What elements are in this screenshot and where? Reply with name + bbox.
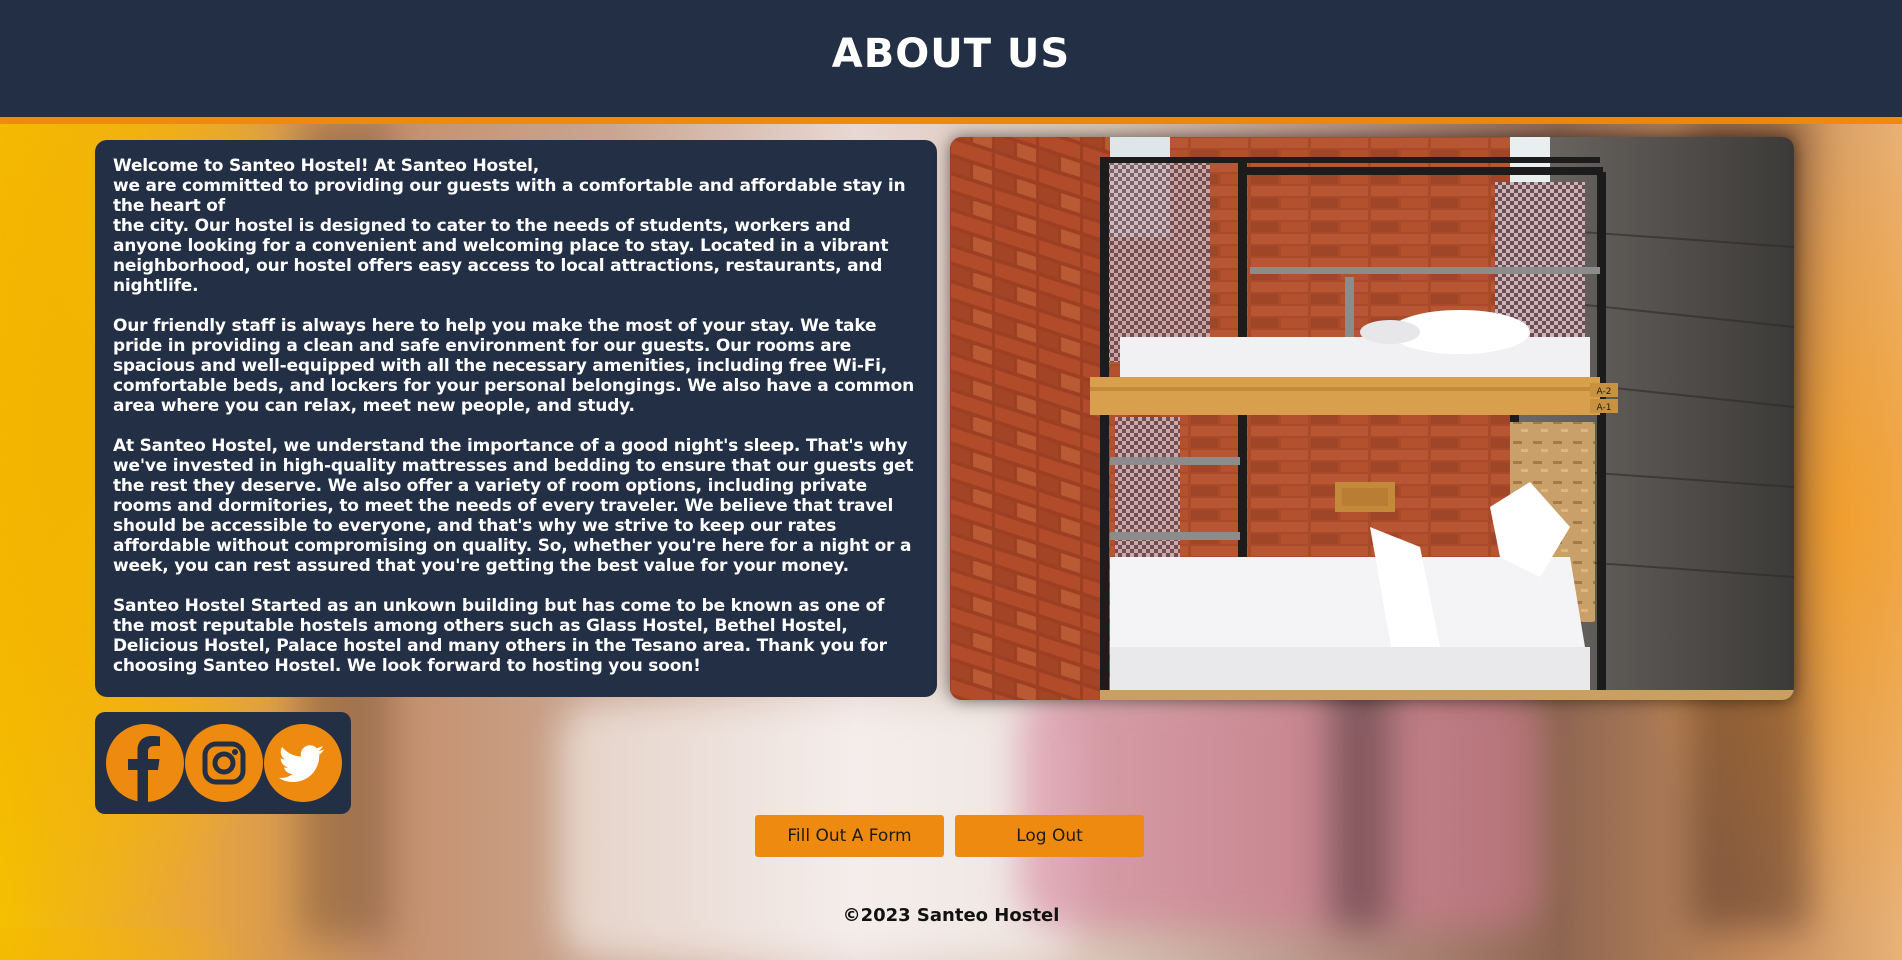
bunk-label-top: A-2 — [1597, 387, 1612, 397]
footer-copyright: ©2023 Santeo Hostel — [842, 905, 1060, 926]
about-intro-line: we are committed to providing our guests… — [113, 176, 906, 216]
about-paragraph: Welcome to Santeo Hostel! At Santeo Host… — [113, 156, 919, 296]
page-header: ABOUT US — [0, 0, 1902, 124]
facebook-icon — [128, 736, 160, 802]
page-title: ABOUT US — [831, 30, 1071, 77]
about-paragraph: Santeo Hostel Started as an unkown build… — [113, 596, 887, 676]
instagram-icon — [202, 741, 246, 785]
hostel-room-photo: A-2 A-1 — [950, 137, 1794, 700]
bunk-bed-illustration: A-2 A-1 — [950, 137, 1794, 700]
twitter-link[interactable] — [264, 724, 342, 802]
about-paragraph: At Santeo Hostel, we understand the impo… — [113, 436, 914, 576]
bunk-label-bottom: A-1 — [1597, 403, 1612, 413]
fill-out-form-button[interactable]: Fill Out A Form — [755, 815, 944, 857]
about-intro-line: Welcome to Santeo Hostel! At Santeo Host… — [113, 156, 540, 176]
facebook-link[interactable] — [106, 724, 184, 802]
instagram-link[interactable] — [185, 724, 263, 802]
twitter-icon — [278, 745, 324, 782]
about-paragraph: Our friendly staff is always here to hel… — [113, 316, 915, 416]
social-links-panel — [95, 712, 351, 814]
about-text-panel: Welcome to Santeo Hostel! At Santeo Host… — [95, 140, 937, 697]
logout-button[interactable]: Log Out — [955, 815, 1144, 857]
background-blur — [1020, 690, 1540, 930]
about-intro-line: the city. Our hostel is designed to cate… — [113, 216, 889, 296]
